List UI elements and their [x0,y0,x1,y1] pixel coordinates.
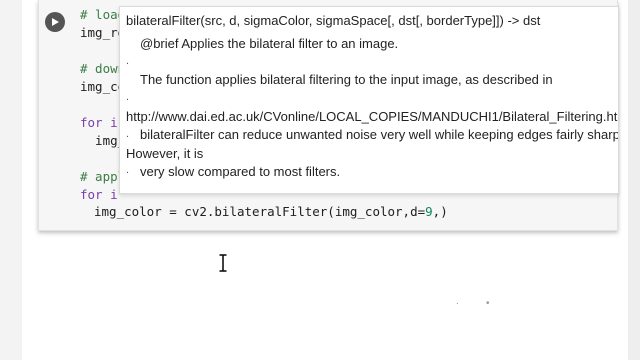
tooltip-signature: bilateralFilter(src, d, sigmaColor, sigm… [126,13,541,28]
tooltip-bullet-dot: . [126,55,130,67]
tooltip-note-line-3: very slow compared to most filters. [140,164,341,179]
tooltip-note-line-2: However, it is [126,146,204,161]
code-text: img_color = cv2.bilateralFilter(img_colo… [94,204,426,219]
left-sidebar-strip [0,0,22,360]
scrollbar[interactable] [628,0,640,360]
notebook-page: # load img_rg # down img_co for i img_ # appl… [0,0,640,360]
tooltip-bullet-dot: . [126,164,130,176]
text-cursor-icon [219,254,227,272]
code-text-suffix: ,) [432,204,448,219]
screen-artifact: . [456,296,459,307]
play-icon [52,18,59,26]
active-code-line[interactable]: img_color = cv2.bilateralFilter(img_colo… [94,204,448,219]
run-cell-button[interactable] [45,12,65,32]
screen-artifact: • [486,298,490,309]
code-number: 9 [425,204,433,219]
tooltip-bullet-dot: . [126,128,130,140]
tooltip-url: http://www.dai.ed.ac.uk/CVonline/LOCAL_C… [126,109,619,124]
tooltip-brief: @brief Applies the bilateral filter to a… [140,36,399,51]
docstring-tooltip: bilateralFilter(src, d, sigmaColor, sigm… [119,6,619,194]
tooltip-note-line-1: bilateralFilter can reduce unwanted nois… [140,127,619,142]
tooltip-bullet-dot: . [126,91,130,103]
tooltip-description: The function applies bilateral filtering… [140,72,553,87]
